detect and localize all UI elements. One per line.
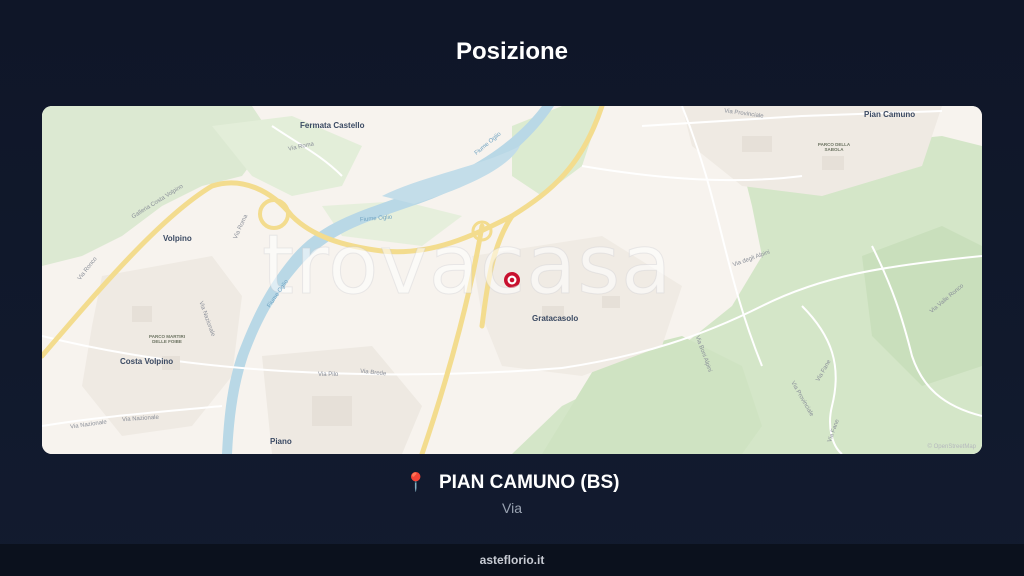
label-pian-camuno: Pian Camuno (864, 110, 916, 119)
label-piano: Piano (270, 437, 292, 446)
label-costa-volpino: Costa Volpino (120, 357, 174, 366)
location-name: PIAN CAMUNO (BS) (438, 472, 620, 493)
map[interactable]: trovacasa Fermata Castello Pian Camuno V… (42, 106, 982, 454)
watermark: trovacasa (261, 218, 673, 314)
page-title: Posizione (455, 38, 569, 65)
location-heading: 📍 PIAN CAMUNO (BS) (0, 472, 1024, 494)
label-via-pilo: Via Pilo (318, 372, 339, 378)
footer: asteflorio.it (0, 544, 1024, 576)
label-gratacasolo: Gratacasolo (532, 314, 579, 323)
footer-site[interactable]: asteflorio.it (480, 553, 545, 567)
map-attribution[interactable]: © OpenStreetMap (928, 444, 976, 450)
label-fermata-castello: Fermata Castello (300, 121, 365, 130)
label-volpino: Volpino (163, 234, 192, 243)
label-parco-sabola: PARCO DELLA SABOLA (817, 142, 851, 152)
round-pushpin-icon: 📍 (404, 472, 427, 492)
label-parco-martiri: PARCO MARTIRI DELLE FOIBE (149, 334, 185, 344)
location-address: Via (502, 500, 522, 516)
